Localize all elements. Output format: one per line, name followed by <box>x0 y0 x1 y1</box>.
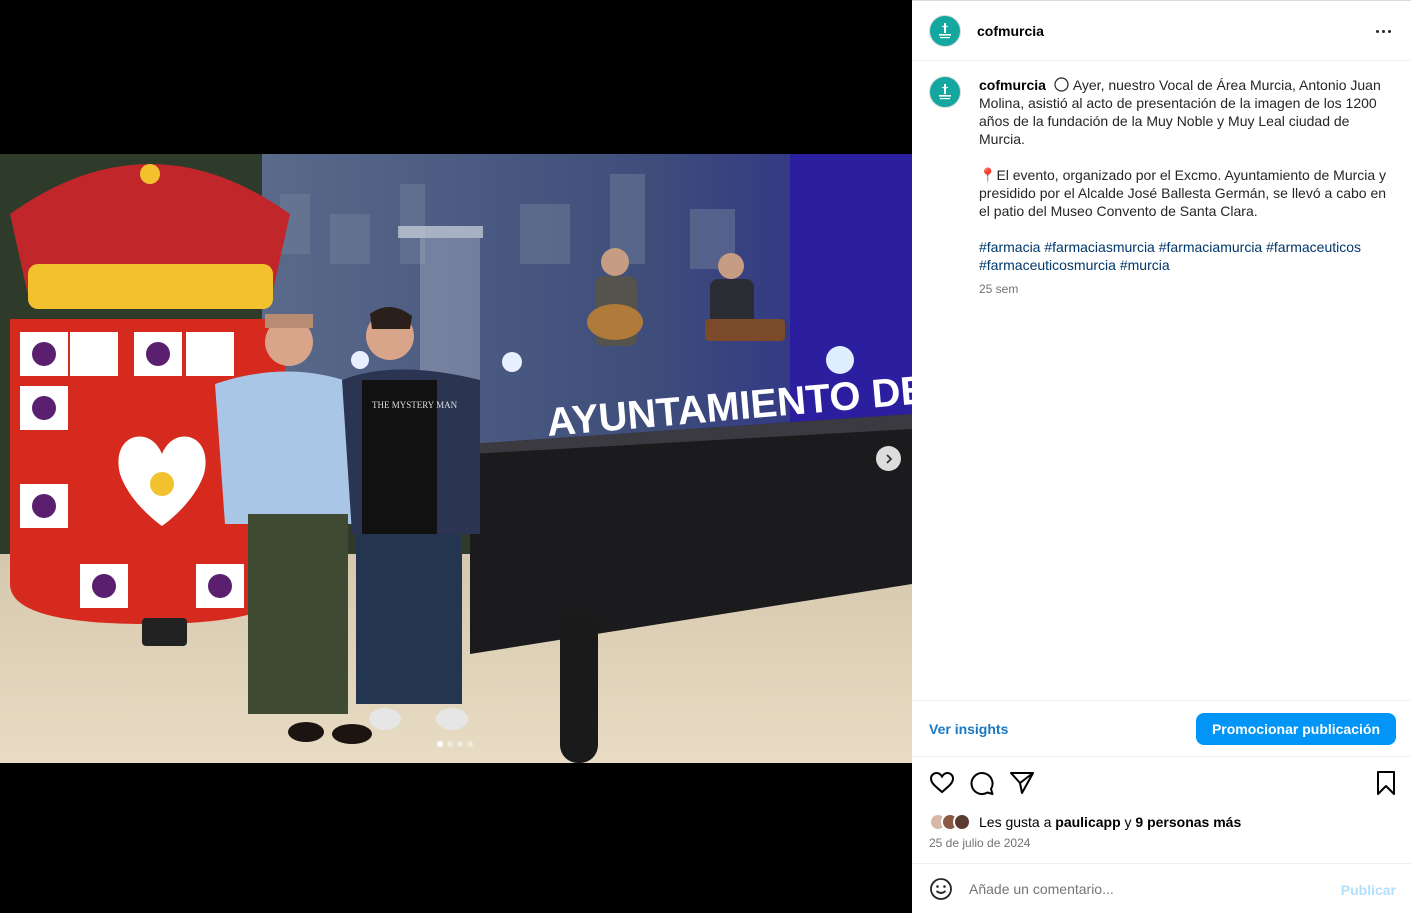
hashtag-link[interactable]: #farmaciasmurcia <box>1044 239 1154 255</box>
avatar[interactable] <box>929 76 961 108</box>
post-side-panel: cofmurcia cofmurcia Ayer, nuestro Vocal … <box>912 0 1411 913</box>
view-insights-link[interactable]: Ver insights <box>929 721 1008 737</box>
carousel-dot <box>467 741 473 747</box>
caption: cofmurcia Ayer, nuestro Vocal de Área Mu… <box>929 76 1399 298</box>
hashtag-link[interactable]: #farmaceuticos <box>1266 239 1361 255</box>
post-header: cofmurcia <box>912 1 1411 61</box>
carousel-dot <box>457 741 463 747</box>
caption-body: cofmurcia Ayer, nuestro Vocal de Área Mu… <box>979 76 1391 298</box>
carousel-next-button[interactable] <box>876 446 901 471</box>
hashtag-link[interactable]: #farmacia <box>979 239 1040 255</box>
liker-username[interactable]: paulicapp <box>1055 814 1120 830</box>
share-icon[interactable] <box>1009 770 1035 796</box>
event-photo-illustration: AYUNTAMIENTO DE MU <box>0 154 912 763</box>
more-options-icon[interactable] <box>1373 21 1393 41</box>
header-username[interactable]: cofmurcia <box>977 23 1044 39</box>
shirt-text: THE MYSTERY MAN <box>372 400 458 410</box>
post-media: AYUNTAMIENTO DE MU <box>0 0 912 913</box>
chevron-right-icon <box>885 453 892 464</box>
post-photo[interactable]: AYUNTAMIENTO DE MU <box>0 154 912 763</box>
circle-icon <box>1054 77 1069 92</box>
hashtags: #farmacia #farmaciasmurcia #farmaciamurc… <box>979 238 1391 274</box>
hashtag-link[interactable]: #farmaceuticosmurcia <box>979 257 1116 273</box>
liker-avatars <box>929 811 979 833</box>
emoji-icon[interactable] <box>929 877 953 901</box>
insights-bar: Ver insights Promocionar publicación <box>912 700 1411 757</box>
heart-icon[interactable] <box>929 770 955 796</box>
likes-connector: y <box>1124 814 1132 830</box>
likes-summary[interactable]: Les gusta a paulicapp y 9 personas más <box>929 811 1241 833</box>
promote-post-button[interactable]: Promocionar publicación <box>1195 712 1396 745</box>
comment-bar: Publicar <box>912 863 1411 913</box>
save-icon[interactable] <box>1373 770 1399 796</box>
avatar <box>953 813 971 831</box>
publish-button[interactable]: Publicar <box>1341 882 1396 898</box>
avatar[interactable] <box>929 14 961 47</box>
hashtag-link[interactable]: #farmaciamurcia <box>1159 239 1262 255</box>
likes-prefix: Les gusta a <box>979 814 1052 830</box>
carousel-indicator <box>437 741 473 747</box>
post-date[interactable]: 25 de julio de 2024 <box>929 836 1030 850</box>
comment-icon[interactable] <box>969 770 995 796</box>
caption-paragraph-2: El evento, organizado por el Excmo. Ayun… <box>979 167 1387 219</box>
carousel-dot <box>447 741 453 747</box>
pharmacy-logo-icon <box>939 22 951 38</box>
post-time[interactable]: 25 sem <box>979 280 1391 298</box>
caption-username[interactable]: cofmurcia <box>979 77 1046 93</box>
action-bar <box>929 770 1399 798</box>
likes-others[interactable]: 9 personas más <box>1135 814 1241 830</box>
comment-input[interactable] <box>969 880 1329 897</box>
pin-icon: 📍 <box>979 167 997 183</box>
hashtag-link[interactable]: #murcia <box>1120 257 1170 273</box>
pharmacy-logo-icon <box>939 84 951 100</box>
carousel-dot <box>437 741 443 747</box>
